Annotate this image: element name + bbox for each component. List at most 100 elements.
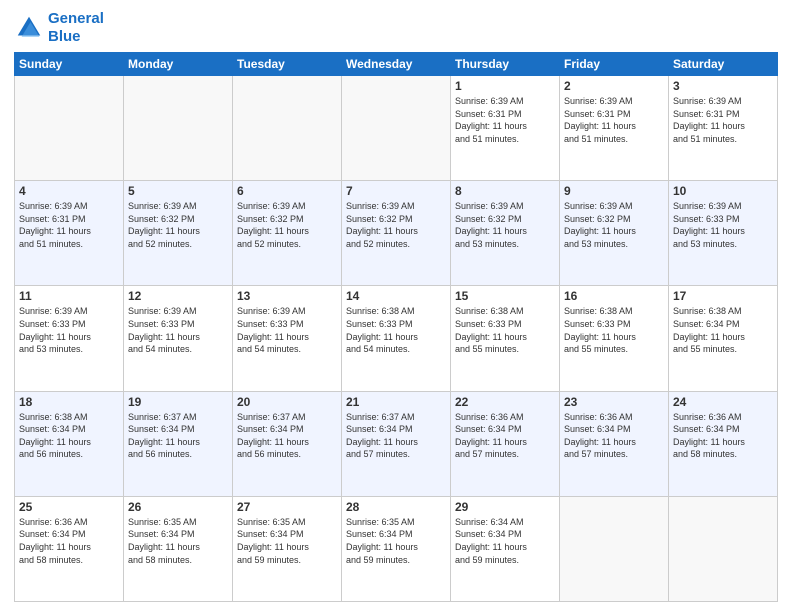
day-info: Sunrise: 6:39 AM Sunset: 6:32 PM Dayligh… [564, 200, 664, 250]
calendar-cell: 20Sunrise: 6:37 AM Sunset: 6:34 PM Dayli… [233, 391, 342, 496]
day-info: Sunrise: 6:35 AM Sunset: 6:34 PM Dayligh… [346, 516, 446, 566]
day-number: 25 [19, 500, 119, 514]
calendar-cell: 1 Sunrise: 6:39 AM Sunset: 6:31 PM Daylig… [451, 76, 560, 181]
page: General Blue SundayMondayTuesdayWednesda… [0, 0, 792, 612]
weekday-header-sunday: Sunday [15, 53, 124, 76]
weekday-header-thursday: Thursday [451, 53, 560, 76]
calendar-cell: 4 Sunrise: 6:39 AM Sunset: 6:31 PM Daylig… [15, 181, 124, 286]
day-number: 14 [346, 289, 446, 303]
calendar-cell [233, 76, 342, 181]
day-number: 19 [128, 395, 228, 409]
day-info: Sunrise: 6:36 AM Sunset: 6:34 PM Dayligh… [673, 411, 773, 461]
calendar-cell: 29 Sunrise: 6:34 AM Sunset: 6:34 PM Dayli… [451, 496, 560, 601]
day-number: 1 [455, 79, 555, 93]
calendar-cell: 14 Sunrise: 6:38 AM Sunset: 6:33 PM Dayli… [342, 286, 451, 391]
day-info: Sunrise: 6:37 AM Sunset: 6:34 PM Dayligh… [128, 411, 228, 461]
calendar-table: SundayMondayTuesdayWednesdayThursdayFrid… [14, 52, 778, 602]
weekday-header-friday: Friday [560, 53, 669, 76]
calendar-cell: 11Sunrise: 6:39 AM Sunset: 6:33 PM Dayli… [15, 286, 124, 391]
day-number: 26 [128, 500, 228, 514]
day-info: Sunrise: 6:38 AM Sunset: 6:33 PM Dayligh… [346, 305, 446, 355]
calendar-week-3: 11Sunrise: 6:39 AM Sunset: 6:33 PM Dayli… [15, 286, 778, 391]
calendar-cell [15, 76, 124, 181]
day-info: Sunrise: 6:39 AM Sunset: 6:31 PM Dayligh… [564, 95, 664, 145]
day-number: 27 [237, 500, 337, 514]
logo-text: General Blue [48, 10, 104, 46]
day-number: 15 [455, 289, 555, 303]
calendar-cell: 8 Sunrise: 6:39 AM Sunset: 6:32 PM Daylig… [451, 181, 560, 286]
calendar-cell: 21 Sunrise: 6:37 AM Sunset: 6:34 PM Dayli… [342, 391, 451, 496]
day-number: 6 [237, 184, 337, 198]
day-number: 17 [673, 289, 773, 303]
day-number: 9 [564, 184, 664, 198]
weekday-header-saturday: Saturday [669, 53, 778, 76]
calendar-cell [669, 496, 778, 601]
logo-icon [14, 13, 44, 43]
calendar-cell: 13 Sunrise: 6:39 AM Sunset: 6:33 PM Dayli… [233, 286, 342, 391]
calendar-week-2: 4 Sunrise: 6:39 AM Sunset: 6:31 PM Daylig… [15, 181, 778, 286]
day-number: 10 [673, 184, 773, 198]
calendar-week-4: 18 Sunrise: 6:38 AM Sunset: 6:34 PM Dayli… [15, 391, 778, 496]
day-info: Sunrise: 6:39 AM Sunset: 6:33 PM Dayligh… [19, 305, 119, 355]
calendar-cell: 7 Sunrise: 6:39 AM Sunset: 6:32 PM Daylig… [342, 181, 451, 286]
day-info: Sunrise: 6:39 AM Sunset: 6:33 PM Dayligh… [237, 305, 337, 355]
day-number: 28 [346, 500, 446, 514]
day-info: Sunrise: 6:36 AM Sunset: 6:34 PM Dayligh… [19, 516, 119, 566]
calendar-cell: 5Sunrise: 6:39 AM Sunset: 6:32 PM Daylig… [124, 181, 233, 286]
calendar-cell: 6 Sunrise: 6:39 AM Sunset: 6:32 PM Daylig… [233, 181, 342, 286]
day-info: Sunrise: 6:35 AM Sunset: 6:34 PM Dayligh… [237, 516, 337, 566]
calendar-cell: 22 Sunrise: 6:36 AM Sunset: 6:34 PM Dayli… [451, 391, 560, 496]
day-info: Sunrise: 6:34 AM Sunset: 6:34 PM Dayligh… [455, 516, 555, 566]
day-info: Sunrise: 6:39 AM Sunset: 6:33 PM Dayligh… [673, 200, 773, 250]
day-info: Sunrise: 6:39 AM Sunset: 6:31 PM Dayligh… [19, 200, 119, 250]
calendar-cell: 28 Sunrise: 6:35 AM Sunset: 6:34 PM Dayli… [342, 496, 451, 601]
calendar-cell: 2 Sunrise: 6:39 AM Sunset: 6:31 PM Daylig… [560, 76, 669, 181]
calendar-cell: 25 Sunrise: 6:36 AM Sunset: 6:34 PM Dayli… [15, 496, 124, 601]
weekday-header-monday: Monday [124, 53, 233, 76]
calendar-cell: 16Sunrise: 6:38 AM Sunset: 6:33 PM Dayli… [560, 286, 669, 391]
calendar-week-1: 1 Sunrise: 6:39 AM Sunset: 6:31 PM Daylig… [15, 76, 778, 181]
weekday-header-tuesday: Tuesday [233, 53, 342, 76]
calendar-cell: 18 Sunrise: 6:38 AM Sunset: 6:34 PM Dayli… [15, 391, 124, 496]
calendar-cell: 24 Sunrise: 6:36 AM Sunset: 6:34 PM Dayli… [669, 391, 778, 496]
day-number: 8 [455, 184, 555, 198]
calendar-cell: 15 Sunrise: 6:38 AM Sunset: 6:33 PM Dayli… [451, 286, 560, 391]
day-number: 2 [564, 79, 664, 93]
day-number: 7 [346, 184, 446, 198]
calendar-cell [342, 76, 451, 181]
calendar-cell: 10 Sunrise: 6:39 AM Sunset: 6:33 PM Dayli… [669, 181, 778, 286]
calendar-cell: 19 Sunrise: 6:37 AM Sunset: 6:34 PM Dayli… [124, 391, 233, 496]
day-info: Sunrise: 6:39 AM Sunset: 6:32 PM Dayligh… [237, 200, 337, 250]
day-number: 24 [673, 395, 773, 409]
day-info: Sunrise: 6:38 AM Sunset: 6:33 PM Dayligh… [564, 305, 664, 355]
day-number: 23 [564, 395, 664, 409]
day-info: Sunrise: 6:35 AM Sunset: 6:34 PM Dayligh… [128, 516, 228, 566]
calendar-cell: 26 Sunrise: 6:35 AM Sunset: 6:34 PM Dayli… [124, 496, 233, 601]
day-info: Sunrise: 6:39 AM Sunset: 6:32 PM Dayligh… [455, 200, 555, 250]
weekday-header-wednesday: Wednesday [342, 53, 451, 76]
calendar-cell: 3 Sunrise: 6:39 AM Sunset: 6:31 PM Daylig… [669, 76, 778, 181]
day-info: Sunrise: 6:39 AM Sunset: 6:32 PM Dayligh… [346, 200, 446, 250]
day-info: Sunrise: 6:38 AM Sunset: 6:33 PM Dayligh… [455, 305, 555, 355]
day-info: Sunrise: 6:39 AM Sunset: 6:31 PM Dayligh… [673, 95, 773, 145]
day-info: Sunrise: 6:39 AM Sunset: 6:33 PM Dayligh… [128, 305, 228, 355]
day-info: Sunrise: 6:36 AM Sunset: 6:34 PM Dayligh… [564, 411, 664, 461]
day-number: 18 [19, 395, 119, 409]
day-number: 4 [19, 184, 119, 198]
day-number: 21 [346, 395, 446, 409]
day-info: Sunrise: 6:39 AM Sunset: 6:31 PM Dayligh… [455, 95, 555, 145]
calendar-week-5: 25 Sunrise: 6:36 AM Sunset: 6:34 PM Dayli… [15, 496, 778, 601]
day-number: 29 [455, 500, 555, 514]
header: General Blue [14, 10, 778, 46]
logo: General Blue [14, 10, 104, 46]
weekday-header-row: SundayMondayTuesdayWednesdayThursdayFrid… [15, 53, 778, 76]
day-info: Sunrise: 6:37 AM Sunset: 6:34 PM Dayligh… [346, 411, 446, 461]
day-number: 22 [455, 395, 555, 409]
day-number: 3 [673, 79, 773, 93]
calendar-cell: 23 Sunrise: 6:36 AM Sunset: 6:34 PM Dayli… [560, 391, 669, 496]
day-info: Sunrise: 6:38 AM Sunset: 6:34 PM Dayligh… [19, 411, 119, 461]
day-info: Sunrise: 6:39 AM Sunset: 6:32 PM Dayligh… [128, 200, 228, 250]
day-info: Sunrise: 6:36 AM Sunset: 6:34 PM Dayligh… [455, 411, 555, 461]
day-info: Sunrise: 6:37 AM Sunset: 6:34 PM Dayligh… [237, 411, 337, 461]
day-number: 13 [237, 289, 337, 303]
